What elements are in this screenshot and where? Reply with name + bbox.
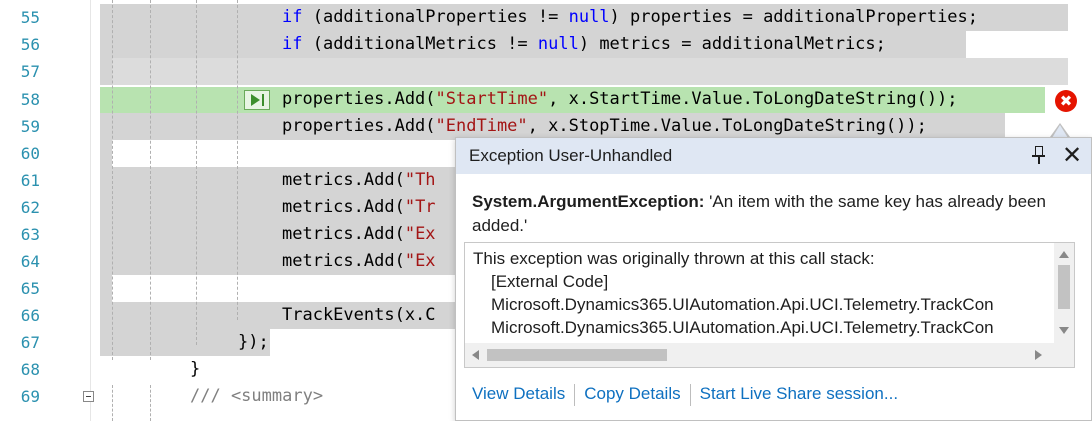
code-token: }); bbox=[238, 332, 269, 352]
stack-item: [External Code] bbox=[491, 272, 609, 291]
string-literal: "Th bbox=[404, 170, 436, 190]
code-token: properties.Add( bbox=[282, 89, 436, 109]
code-text: if (additionalMetrics != null) metrics =… bbox=[282, 31, 886, 58]
line-number: 56 bbox=[20, 35, 40, 54]
collapse-toggle[interactable] bbox=[83, 391, 94, 402]
keyword: if bbox=[282, 34, 303, 54]
indent-guide bbox=[237, 0, 238, 320]
scroll-up-icon[interactable] bbox=[1059, 251, 1069, 258]
code-line-current[interactable]: 58 properties.Add("StartTime", x.StartTi… bbox=[0, 86, 1092, 113]
code-token: } bbox=[190, 359, 201, 379]
popup-links: View Details Copy Details Start Live Share… bbox=[472, 380, 898, 408]
indent-guide bbox=[112, 0, 113, 360]
line-number: 63 bbox=[20, 225, 40, 244]
code-text: metrics.Add("Th bbox=[282, 167, 436, 194]
scroll-left-icon[interactable] bbox=[472, 350, 479, 360]
code-token: metrics.Add( bbox=[282, 224, 405, 244]
selection-highlight bbox=[100, 140, 112, 167]
indent-guide bbox=[150, 385, 151, 421]
view-details-link[interactable]: View Details bbox=[472, 384, 565, 403]
line-number: 57 bbox=[20, 62, 40, 81]
scroll-right-icon[interactable] bbox=[1035, 350, 1042, 360]
call-stack-box[interactable]: This exception was originally thrown at … bbox=[464, 242, 1075, 368]
stack-item: Microsoft.Dynamics365.UIAutomation.Api.U… bbox=[491, 295, 994, 314]
error-icon[interactable]: ✖ bbox=[1055, 90, 1077, 112]
string-literal: "Tr bbox=[404, 197, 436, 217]
exception-popup: Exception User-Unhandled ✕ System.Argume… bbox=[455, 137, 1092, 421]
stack-header: This exception was originally thrown at … bbox=[473, 249, 875, 268]
code-text: metrics.Add("Tr bbox=[282, 194, 436, 221]
line-number: 62 bbox=[20, 198, 40, 217]
code-text: } bbox=[190, 356, 200, 383]
indent-guide bbox=[112, 385, 113, 421]
popup-title: Exception User-Unhandled bbox=[469, 146, 673, 165]
line-number: 60 bbox=[20, 144, 40, 163]
code-token: (additionalMetrics != bbox=[302, 34, 538, 54]
indent-guide bbox=[196, 0, 197, 345]
keyword: null bbox=[537, 34, 579, 54]
line-number: 69 bbox=[20, 387, 40, 406]
live-share-link[interactable]: Start Live Share session... bbox=[700, 384, 898, 403]
keyword: if bbox=[282, 7, 303, 27]
string-literal: "EndTime" bbox=[435, 116, 528, 136]
code-token: metrics.Add( bbox=[282, 170, 405, 190]
line-number: 66 bbox=[20, 306, 40, 325]
exception-type: System.ArgumentException: bbox=[472, 192, 705, 211]
copy-details-link[interactable]: Copy Details bbox=[584, 384, 680, 403]
code-token: , x.StartTime.Value.ToLongDateString()); bbox=[548, 89, 958, 109]
link-divider bbox=[574, 383, 576, 406]
scroll-corner bbox=[1055, 343, 1074, 367]
string-literal: "Ex bbox=[404, 224, 436, 244]
close-icon[interactable]: ✕ bbox=[1059, 141, 1085, 169]
code-text: TrackEvents(x.C bbox=[282, 302, 436, 329]
string-literal: "Ex bbox=[404, 251, 436, 271]
comment: /// <summary> bbox=[190, 386, 324, 406]
code-line[interactable]: 59 properties.Add("EndTime", x.StopTime.… bbox=[0, 113, 1092, 140]
keyword: null bbox=[568, 7, 610, 27]
code-token: metrics.Add( bbox=[282, 251, 405, 271]
indent-guide bbox=[150, 0, 151, 360]
line-number: 68 bbox=[20, 360, 40, 379]
line-number: 61 bbox=[20, 171, 40, 190]
selection-highlight bbox=[100, 58, 112, 85]
exception-message: System.ArgumentException: 'An item with … bbox=[472, 190, 1072, 238]
code-token: properties.Add( bbox=[282, 116, 436, 136]
popup-header: Exception User-Unhandled ✕ bbox=[456, 138, 1091, 174]
line-number: 64 bbox=[20, 252, 40, 271]
code-token: (additionalProperties != bbox=[302, 7, 569, 27]
scroll-down-icon[interactable] bbox=[1059, 327, 1069, 334]
code-text: /// <summary> bbox=[190, 383, 323, 410]
code-token: , x.StopTime.Value.ToLongDateString()); bbox=[527, 116, 927, 136]
link-divider bbox=[689, 383, 691, 406]
code-line[interactable]: 55 if (additionalProperties != null) pro… bbox=[0, 4, 1092, 31]
code-token: ) metrics = additionalMetrics; bbox=[578, 34, 886, 54]
code-text: if (additionalProperties != null) proper… bbox=[282, 4, 978, 31]
pin-icon[interactable] bbox=[1032, 144, 1046, 166]
code-token: metrics.Add( bbox=[282, 197, 405, 217]
selection-highlight bbox=[112, 58, 1068, 85]
code-text: properties.Add("StartTime", x.StartTime.… bbox=[282, 86, 958, 113]
run-to-click-icon[interactable] bbox=[244, 90, 270, 110]
line-number: 65 bbox=[20, 279, 40, 298]
line-number: 67 bbox=[20, 333, 40, 352]
code-text: properties.Add("EndTime", x.StopTime.Val… bbox=[282, 113, 927, 140]
horizontal-scrollbar[interactable] bbox=[465, 343, 1055, 367]
code-line[interactable]: 57 bbox=[0, 58, 1092, 85]
stack-item: Microsoft.Dynamics365.UIAutomation.Api.U… bbox=[491, 318, 994, 337]
code-line[interactable]: 56 if (additionalMetrics != null) metric… bbox=[0, 31, 1092, 58]
scroll-thumb[interactable] bbox=[1058, 265, 1070, 309]
code-text: metrics.Add("Ex bbox=[282, 221, 436, 248]
code-token: TrackEvents(x.C bbox=[282, 305, 436, 325]
code-text: metrics.Add("Ex bbox=[282, 248, 436, 275]
vertical-scrollbar[interactable] bbox=[1054, 243, 1074, 343]
line-number: 59 bbox=[20, 117, 40, 136]
scroll-thumb[interactable] bbox=[487, 349, 667, 361]
code-token: ) properties = additionalProperties; bbox=[609, 7, 979, 27]
line-number: 55 bbox=[20, 8, 40, 27]
call-stack-text: This exception was originally thrown at … bbox=[473, 247, 1045, 339]
code-text: }); bbox=[238, 329, 269, 356]
selection-highlight bbox=[100, 275, 112, 302]
line-number: 58 bbox=[20, 90, 40, 109]
string-literal: "StartTime" bbox=[435, 89, 549, 109]
